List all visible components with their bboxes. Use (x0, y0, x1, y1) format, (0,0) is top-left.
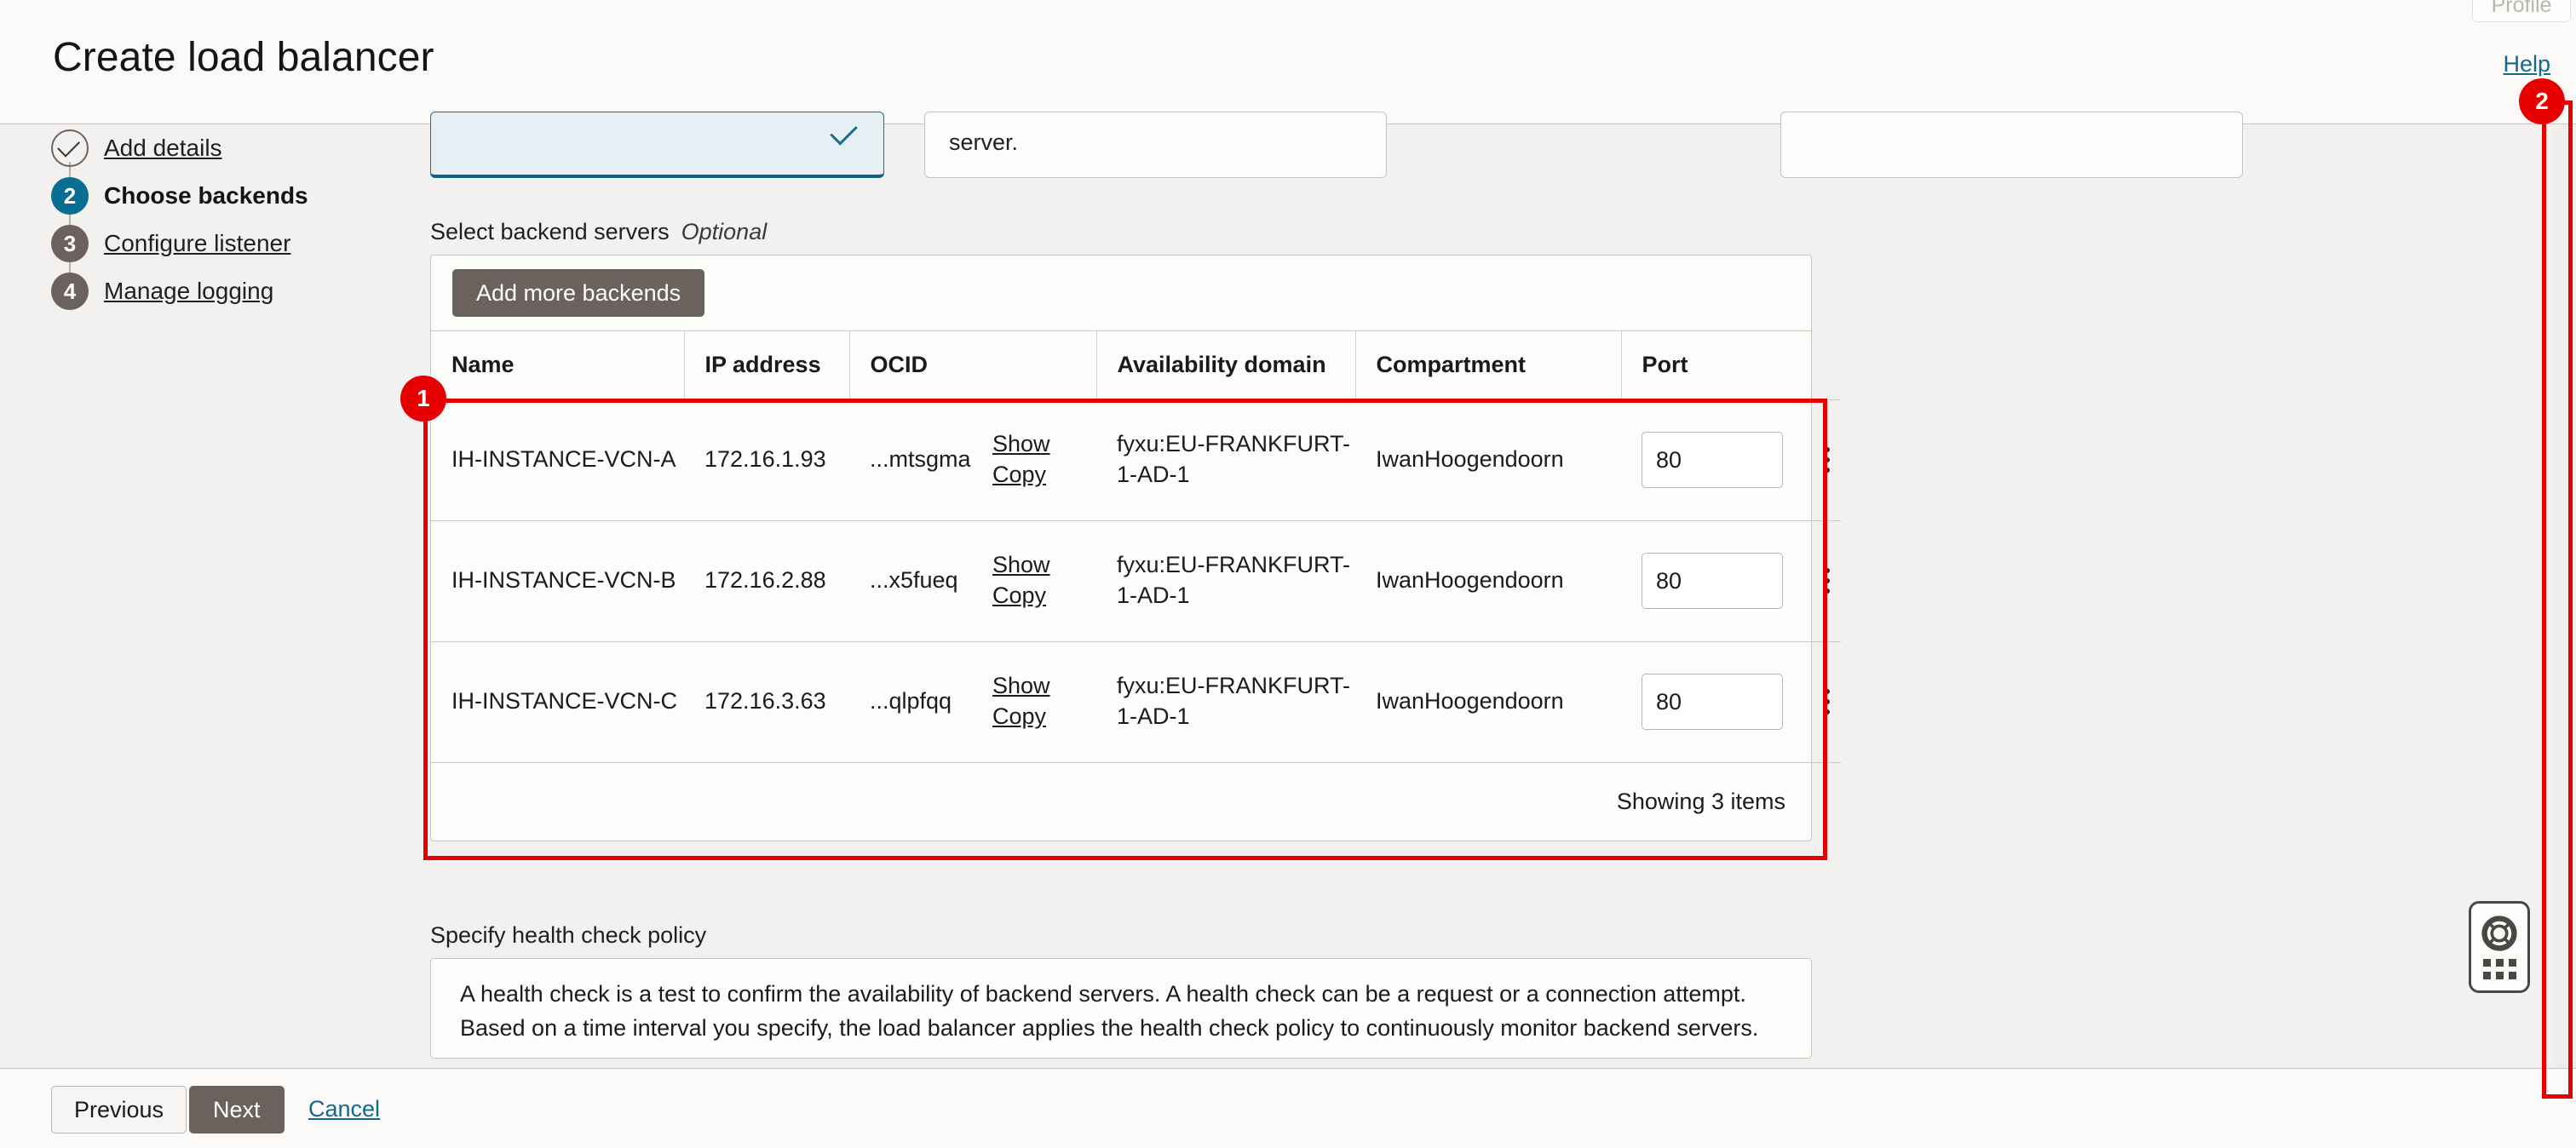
copy-ocid-link[interactable]: Copy (992, 583, 1046, 608)
backends-panel: Add more backends Name IP address OCID A… (430, 255, 1841, 841)
previous-button[interactable]: Previous (51, 1086, 187, 1134)
sidebar-step-label: Configure listener (104, 230, 291, 256)
sidebar-step-configure-listener[interactable]: 3 Configure listener (51, 220, 290, 267)
next-button[interactable]: Next (189, 1086, 285, 1134)
sidebar-step-label: Add details (104, 135, 222, 161)
step-number-badge: 2 (51, 177, 89, 215)
profile-label: Profile (2491, 0, 2552, 17)
cell-row-actions (1790, 399, 1844, 521)
health-check-description-box: A health check is a test to confirm the … (430, 958, 1812, 1059)
cell-ip: 172.16.3.63 (684, 641, 849, 763)
help-link[interactable]: Help (2503, 51, 2550, 77)
backends-section-label: Select backend servers Optional (430, 219, 767, 245)
cell-row-actions (1790, 520, 1844, 642)
table-row[interactable]: IH-INSTANCE-VCN-C 172.16.3.63 ...qlpfqq … (431, 641, 1844, 763)
wizard-steps: Add details 2 Choose backends 3 Configur… (0, 124, 392, 1024)
option-card-text: server. (949, 129, 1019, 155)
health-check-section-label: Specify health check policy (430, 922, 707, 948)
cell-ip: 172.16.2.88 (684, 520, 849, 642)
show-ocid-link[interactable]: Show (992, 673, 1050, 698)
cell-ocid: ...mtsgma (849, 399, 992, 521)
table-header-row: Name IP address OCID Availability domain… (431, 331, 1841, 400)
step-number-badge: 4 (51, 273, 89, 310)
cell-availability-domain: fyxu:EU-FRANKFURT-1-AD-1 (1096, 520, 1355, 642)
show-ocid-link[interactable]: Show (992, 431, 1050, 456)
page-header: Create load balancer Profile Help (0, 0, 2576, 124)
optional-tag: Optional (681, 219, 768, 244)
column-header-ip: IP address (684, 331, 850, 400)
cell-availability-domain: fyxu:EU-FRANKFURT-1-AD-1 (1096, 399, 1355, 521)
annotation-badge-1: 1 (400, 376, 446, 422)
cell-port (1621, 399, 1790, 521)
show-ocid-link[interactable]: Show (992, 552, 1050, 577)
port-input[interactable] (1642, 674, 1783, 730)
cell-ocid: ...qlpfqq (849, 641, 992, 763)
life-ring-icon (2481, 916, 2517, 951)
selected-check-icon (830, 118, 858, 146)
cancel-link[interactable]: Cancel (308, 1096, 380, 1122)
port-input[interactable] (1642, 432, 1783, 488)
port-input[interactable] (1642, 553, 1783, 609)
add-more-backends-button[interactable]: Add more backends (452, 269, 705, 317)
sidebar-step-manage-logging[interactable]: 4 Manage logging (51, 267, 273, 315)
table-item-count: Showing 3 items (1616, 788, 1785, 814)
page-title: Create load balancer (53, 35, 434, 80)
health-check-description: A health check is a test to confirm the … (460, 981, 1759, 1041)
copy-ocid-link[interactable]: Copy (992, 462, 1046, 487)
sidebar-step-label: Manage logging (104, 278, 274, 304)
cell-name: IH-INSTANCE-VCN-A (431, 399, 684, 521)
cell-ocid-actions: Show Copy (992, 520, 1096, 642)
table-row[interactable]: IH-INSTANCE-VCN-B 172.16.2.88 ...x5fueq … (431, 520, 1844, 642)
support-widget[interactable] (2469, 901, 2530, 993)
cell-ocid-actions: Show Copy (992, 641, 1096, 763)
cell-ocid-actions: Show Copy (992, 399, 1096, 521)
sidebar-step-label: Choose backends (104, 182, 308, 209)
cell-compartment: IwanHoogendoorn (1355, 520, 1621, 642)
row-menu-icon[interactable] (1810, 682, 1844, 721)
cell-compartment: IwanHoogendoorn (1355, 641, 1621, 763)
backends-section-title: Select backend servers (430, 219, 670, 244)
table-row[interactable]: IH-INSTANCE-VCN-A 172.16.1.93 ...mtsgma … (431, 399, 1844, 521)
copy-ocid-link[interactable]: Copy (992, 703, 1046, 729)
wizard-action-bar: Previous Next Cancel (0, 1068, 2576, 1148)
column-header-compartment: Compartment (1355, 331, 1622, 400)
step-number-badge: 3 (51, 225, 89, 262)
profile-button[interactable]: Profile (2472, 0, 2571, 22)
cell-port (1621, 641, 1790, 763)
column-header-availability-domain: Availability domain (1096, 331, 1356, 400)
step-complete-check-icon (51, 129, 89, 167)
cell-name: IH-INSTANCE-VCN-C (431, 641, 684, 763)
cell-row-actions (1790, 641, 1844, 763)
cell-ip: 172.16.1.93 (684, 399, 849, 521)
column-header-ocid: OCID (849, 331, 1097, 400)
cell-port (1621, 520, 1790, 642)
row-menu-icon[interactable] (1810, 561, 1844, 600)
column-header-name: Name (431, 331, 685, 400)
cell-name: IH-INSTANCE-VCN-B (431, 520, 684, 642)
option-card-third[interactable] (1780, 112, 2243, 178)
cell-availability-domain: fyxu:EU-FRANKFURT-1-AD-1 (1096, 641, 1355, 763)
sidebar-step-choose-backends[interactable]: 2 Choose backends (51, 172, 308, 220)
page-scrollbar[interactable] (2554, 125, 2576, 1109)
option-card-selected[interactable] (430, 112, 884, 178)
column-header-port: Port (1621, 331, 1841, 400)
cell-ocid: ...x5fueq (849, 520, 992, 642)
backends-table: Name IP address OCID Availability domain… (431, 331, 1841, 763)
backends-toolbar: Add more backends (431, 255, 1811, 331)
row-menu-icon[interactable] (1810, 440, 1844, 479)
cell-compartment: IwanHoogendoorn (1355, 399, 1621, 521)
annotation-badge-2: 2 (2519, 78, 2565, 124)
apps-grid-icon (2482, 959, 2516, 979)
sidebar-step-add-details[interactable]: Add details (51, 124, 222, 172)
option-card-second[interactable]: server. (924, 112, 1387, 178)
